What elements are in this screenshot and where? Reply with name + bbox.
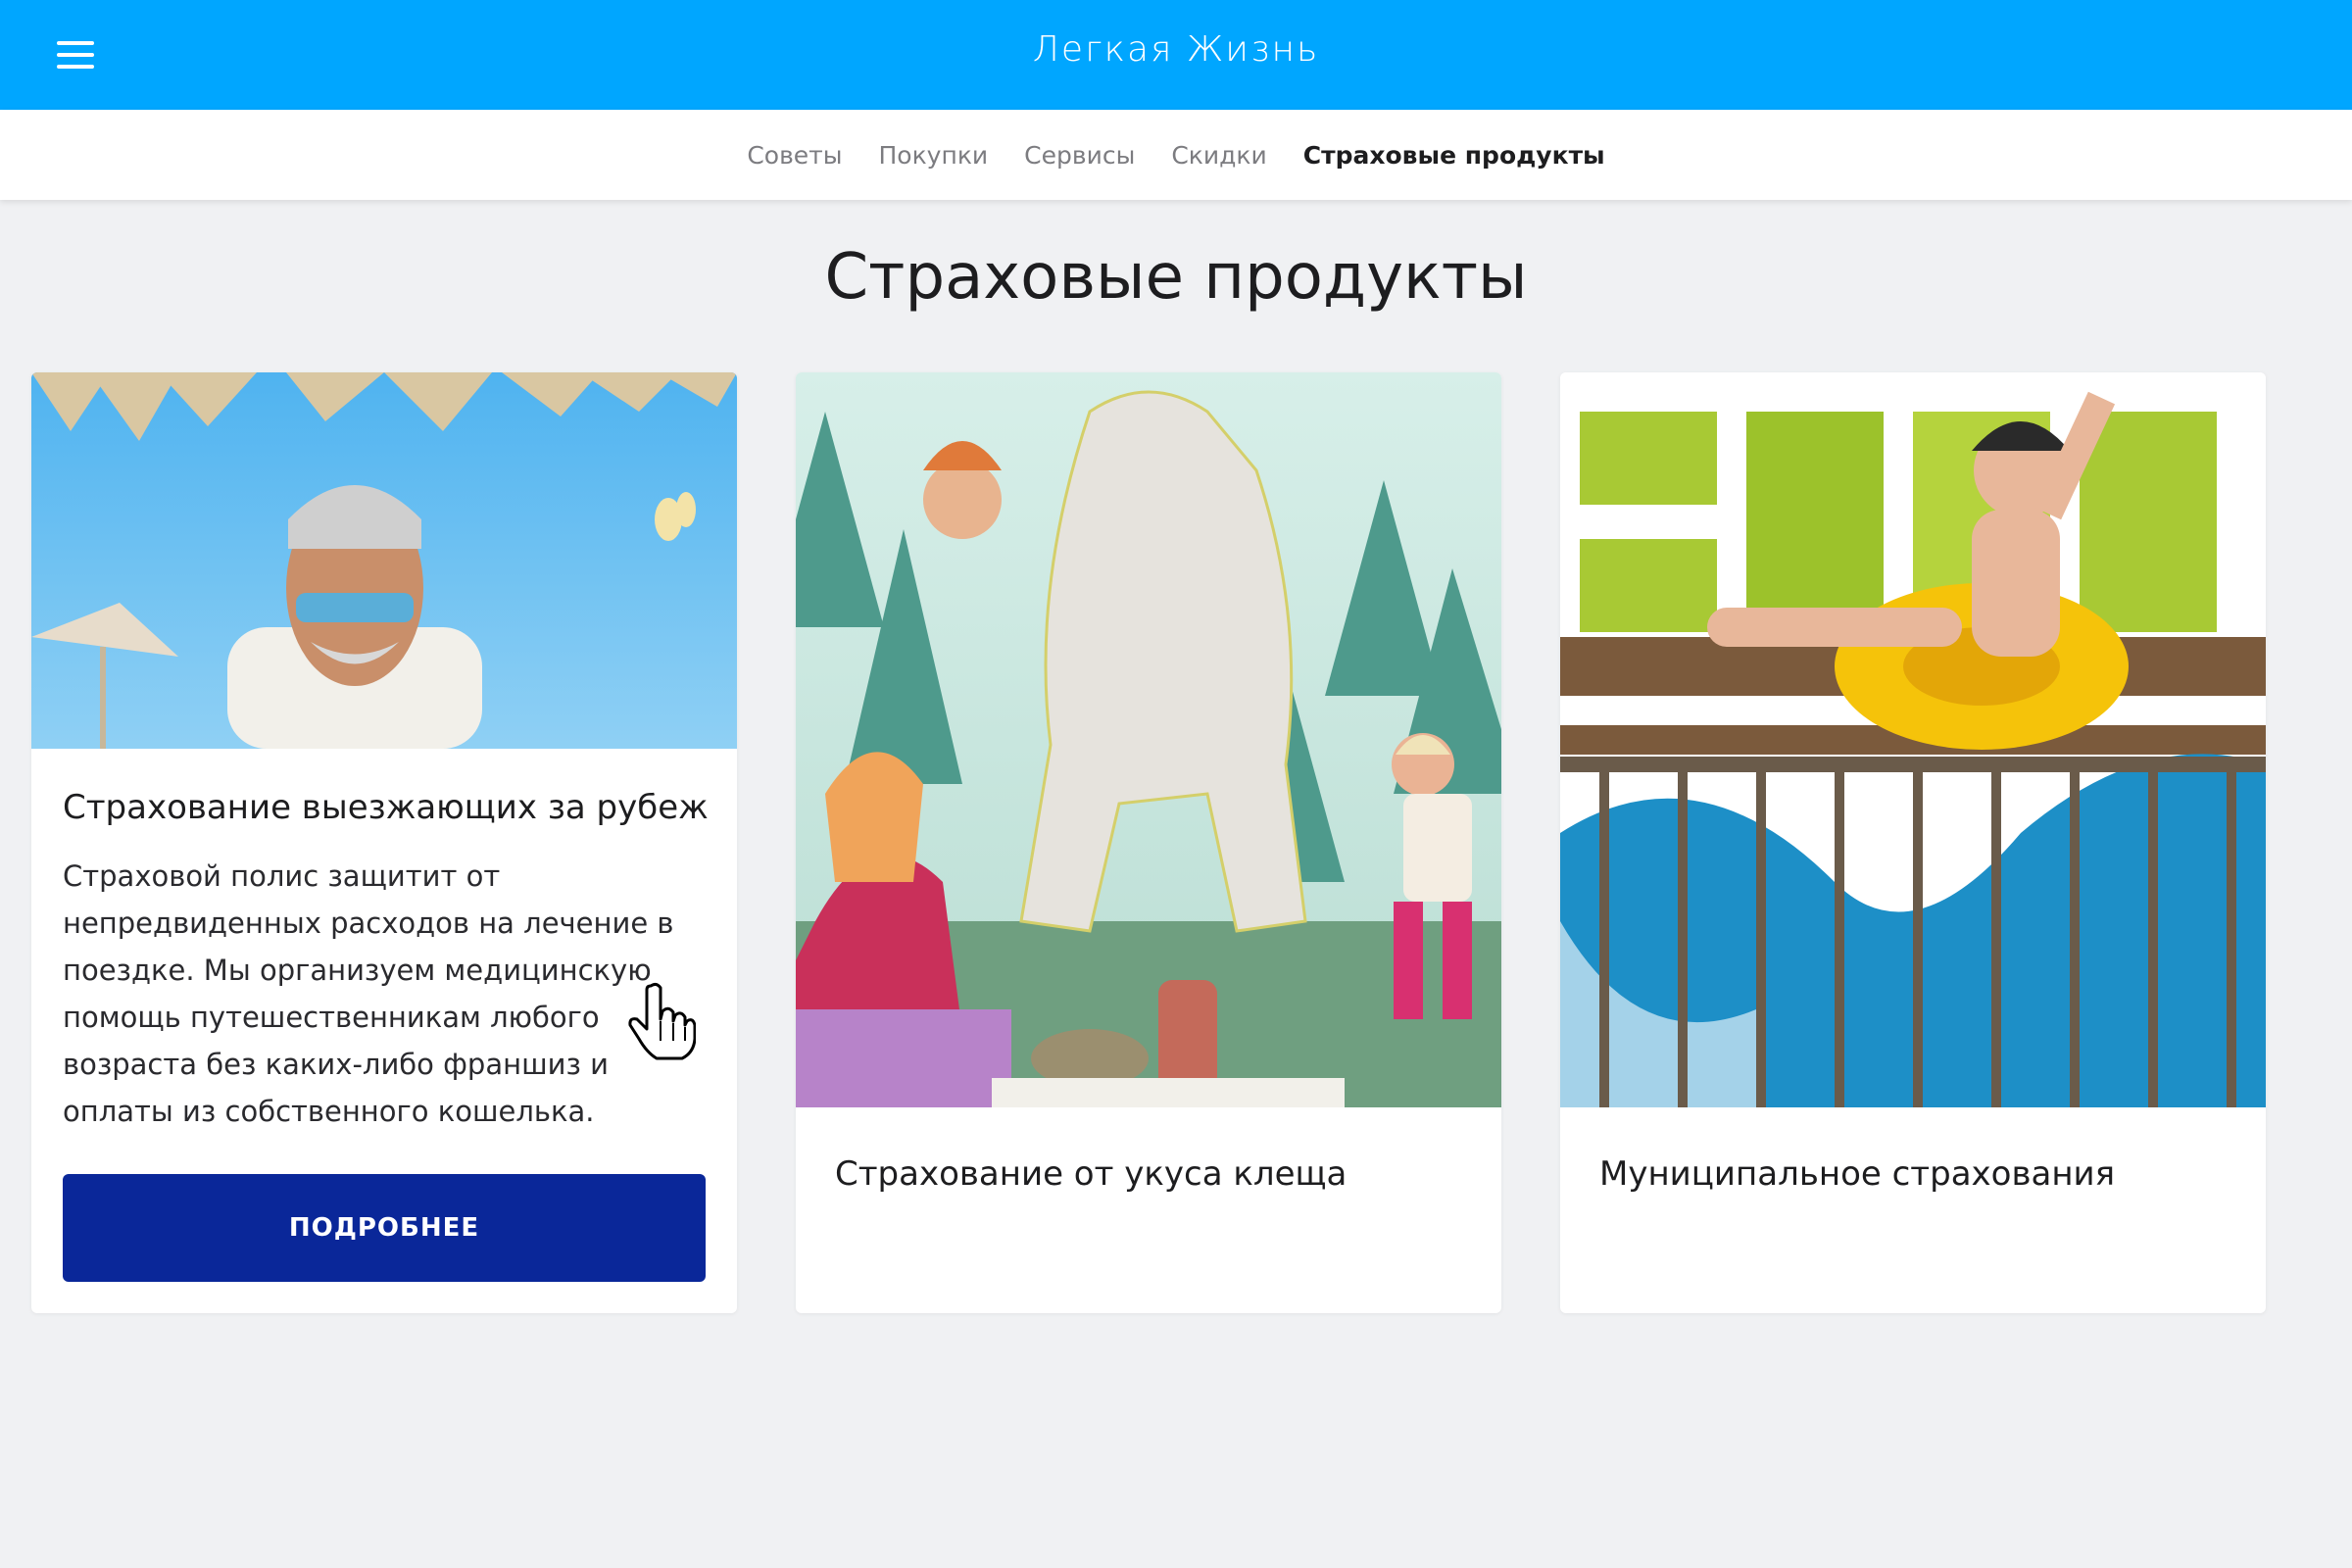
- card-title: Страхование от укуса клеща: [835, 1154, 1348, 1194]
- nav-item-sovety[interactable]: Советы: [747, 141, 842, 170]
- more-button[interactable]: ПОДРОБНЕЕ: [63, 1174, 706, 1282]
- nav-item-insurance[interactable]: Страховые продукты: [1303, 141, 1605, 170]
- app-title: Легкая Жизнь: [1032, 29, 1320, 70]
- top-app-bar: Легкая Жизнь: [0, 0, 2352, 110]
- page-title: Страховые продукты: [824, 241, 1528, 314]
- card-title: Муниципальное страхования: [1599, 1154, 2116, 1194]
- card-title: Страхование выезжающих за рубеж: [63, 788, 709, 827]
- card-illustration-municipal: [1560, 372, 2266, 1107]
- card-travel-insurance[interactable]: Страхование выезжающих за рубеж Страхово…: [31, 372, 737, 1313]
- card-municipal-insurance[interactable]: Муниципальное страхования: [1560, 372, 2266, 1313]
- hand-pointer-cursor-icon: [628, 982, 696, 1060]
- card-tick-insurance[interactable]: Страхование от укуса клеща: [796, 372, 1501, 1313]
- category-nav: Советы Покупки Сервисы Скидки Страховые …: [0, 110, 2352, 200]
- card-illustration-travel: [31, 372, 737, 749]
- nav-item-skidki[interactable]: Скидки: [1171, 141, 1266, 170]
- card-description: Страховой полис защитит от непредвиденны…: [63, 859, 674, 1128]
- card-illustration-tick: [796, 372, 1501, 1107]
- nav-item-servisy[interactable]: Сервисы: [1024, 141, 1135, 170]
- nav-item-pokupki[interactable]: Покупки: [878, 141, 988, 170]
